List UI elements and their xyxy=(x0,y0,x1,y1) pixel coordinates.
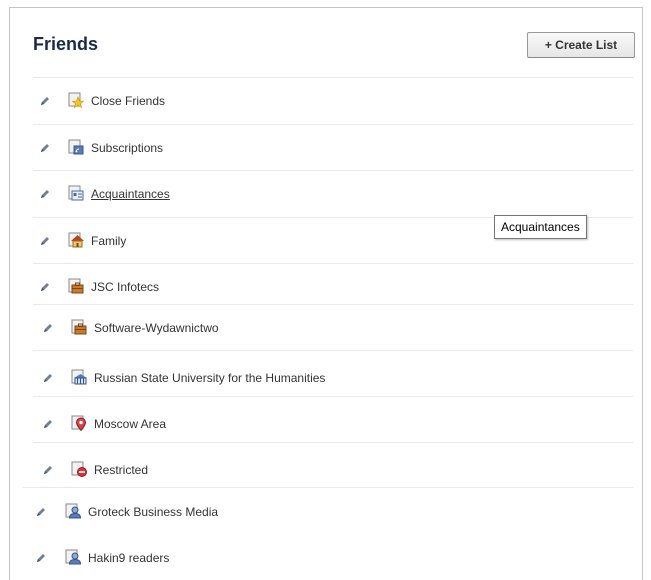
list-item-subscriptions[interactable]: Subscriptions xyxy=(33,124,633,171)
location-pin-icon xyxy=(71,415,87,431)
list-item-label: Family xyxy=(91,234,127,248)
pencil-edit-icon[interactable] xyxy=(36,553,46,563)
list-item-label: Acquaintances xyxy=(91,187,170,201)
list-item-acquaintances[interactable]: Acquaintances xyxy=(33,170,633,217)
pencil-edit-icon[interactable] xyxy=(40,143,50,153)
tooltip: Acquaintances xyxy=(494,215,587,239)
pencil-edit-icon[interactable] xyxy=(43,419,53,429)
list-item-label: Moscow Area xyxy=(94,417,167,431)
page-title: Friends xyxy=(33,34,99,54)
pencil-edit-icon[interactable] xyxy=(43,373,53,383)
friends-lists-panel: Friends + Create List Close Friends Subs… xyxy=(9,7,643,580)
subscriptions-icon xyxy=(68,139,84,155)
list-item-restricted[interactable]: Restricted xyxy=(33,442,633,489)
pencil-edit-icon[interactable] xyxy=(43,465,53,475)
restricted-icon xyxy=(71,461,87,477)
list-item-close-friends[interactable]: Close Friends xyxy=(33,77,633,124)
list-item-hakin9-readers[interactable]: Hakin9 readers xyxy=(23,534,633,580)
list-item-label: Groteck Business Media xyxy=(88,505,219,519)
list-item-rsuh[interactable]: Russian State University for the Humanit… xyxy=(33,350,633,397)
pencil-edit-icon[interactable] xyxy=(40,189,50,199)
pencil-edit-icon[interactable] xyxy=(43,323,53,333)
person-list-icon xyxy=(65,549,81,565)
family-house-icon xyxy=(68,232,84,248)
list-item-label: Russian State University for the Humanit… xyxy=(94,371,326,385)
list-item-label: JSC Infotecs xyxy=(91,280,160,294)
person-list-icon xyxy=(65,503,81,519)
pencil-edit-icon[interactable] xyxy=(40,236,50,246)
list-item-label: Close Friends xyxy=(91,94,166,108)
pencil-edit-icon[interactable] xyxy=(40,96,50,106)
list-item-jsc-infotecs[interactable]: JSC Infotecs xyxy=(33,263,633,310)
school-icon xyxy=(71,369,87,385)
list-item-label: Software-Wydawnictwo xyxy=(94,321,219,335)
pencil-edit-icon[interactable] xyxy=(36,507,46,517)
star-list-icon xyxy=(68,92,84,108)
pencil-edit-icon[interactable] xyxy=(40,282,50,292)
list-item-groteck-business-media[interactable]: Groteck Business Media xyxy=(23,487,633,534)
list-item-label: Restricted xyxy=(94,463,149,477)
work-briefcase-icon xyxy=(68,278,84,294)
acquaintances-icon xyxy=(68,185,84,201)
work-briefcase-icon xyxy=(71,319,87,335)
list-item-software-wydawnictwo[interactable]: Software-Wydawnictwo xyxy=(33,304,633,351)
list-item-label: Hakin9 readers xyxy=(88,551,170,565)
list-item-label: Subscriptions xyxy=(91,141,164,155)
create-list-button[interactable]: + Create List xyxy=(527,32,635,58)
list-item-moscow-area[interactable]: Moscow Area xyxy=(33,396,633,443)
